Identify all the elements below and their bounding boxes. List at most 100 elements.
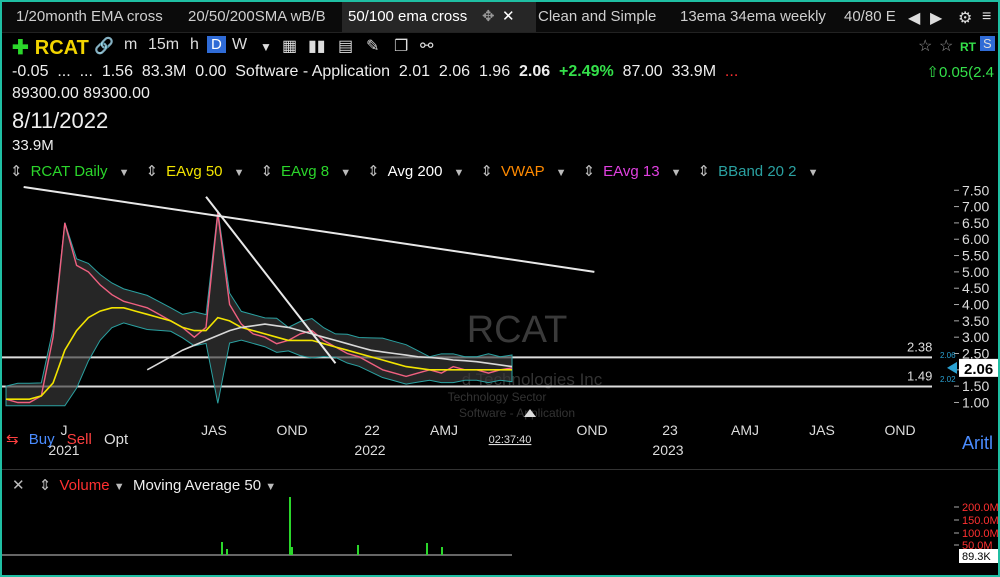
pct-change: +2.49% — [559, 63, 614, 80]
move-icon[interactable]: ⇕ — [39, 477, 52, 494]
rt-badge: RT — [960, 40, 976, 54]
last-price: 2.06 — [518, 63, 551, 80]
close-pane-icon[interactable]: ✕ — [12, 477, 25, 494]
up-arrow-icon: ⇧ — [926, 64, 939, 81]
y-tick-label: 4.50 — [962, 280, 989, 296]
watermark-line: Technology Sector — [448, 390, 547, 404]
alert-icon[interactable]: ☆ — [939, 36, 953, 56]
small-tag: 2.06 — [940, 351, 956, 360]
tab-1[interactable]: 20/50/200SMA wB/B — [182, 2, 332, 32]
scroll-left-icon[interactable]: ◀ — [908, 8, 920, 28]
tab-2-label: 50/100 ema cross — [348, 8, 468, 25]
interval-m[interactable]: m — [124, 36, 137, 54]
price-chart[interactable]: RCATd Technologies IncTechnology SectorS… — [2, 177, 998, 462]
symbol-label: RCAT — [34, 37, 89, 59]
chevron-down-icon[interactable]: ▼ — [114, 481, 125, 493]
volume-tag: 89.3K — [962, 551, 991, 563]
copy-icon[interactable]: ❐ — [394, 36, 408, 56]
options-button[interactable]: Opt — [104, 431, 128, 448]
tab-3[interactable]: Clean and Simple — [532, 2, 662, 32]
x-tick-label: 22 — [364, 422, 380, 438]
x-tick-label: OND — [576, 422, 607, 438]
volume-tick-label: 200.0M — [962, 502, 998, 514]
scroll-right-icon[interactable]: ▶ — [930, 8, 942, 28]
volume-label[interactable]: Volume — [60, 477, 110, 494]
tab-5[interactable]: 40/80 E — [838, 2, 902, 32]
trade-bar: ⇆ Buy Sell Opt — [6, 430, 128, 448]
quote-line: -0.05 ... ... 1.56 83.3M 0.00 Software -… — [12, 63, 738, 81]
volume-chart[interactable]: 200.0M150.0M100.0M50.0M89.3K — [2, 497, 998, 573]
watermark-line: Software - Application — [459, 406, 575, 420]
volume: 83.3M — [141, 63, 187, 80]
link-icon[interactable]: 🔗 — [94, 36, 114, 56]
x-tick-label: AMJ — [430, 422, 458, 438]
bid: ... — [57, 63, 71, 80]
price-line-2: 89300.00 89300.00 — [12, 85, 150, 102]
drag-handle-icon[interactable]: ✥ — [482, 2, 495, 32]
pane-divider[interactable] — [2, 469, 998, 470]
sector: Software - Application — [235, 63, 390, 80]
chart-type-icon[interactable]: ▦ — [282, 36, 297, 56]
y-tick-label: 6.50 — [962, 215, 989, 231]
y-tick-label: 7.00 — [962, 199, 989, 215]
calculator-icon[interactable]: ▤ — [338, 36, 353, 56]
volume-legend: ✕ ⇕ Volume ▼ Moving Average 50 ▼ — [12, 476, 276, 494]
low-price: 1.96 — [478, 63, 511, 80]
x-tick-label: AMJ — [731, 422, 759, 438]
interval-d-active[interactable]: D — [207, 36, 226, 53]
high-price: 2.06 — [438, 63, 471, 80]
value-4: 87.00 — [622, 63, 663, 80]
sell-button[interactable]: Sell — [67, 431, 92, 448]
ma-label[interactable]: Moving Average 50 — [133, 477, 261, 494]
price-pointer-icon — [947, 361, 957, 374]
pencil-icon[interactable]: ✎ — [366, 36, 379, 56]
buy-button[interactable]: Buy — [29, 431, 55, 448]
chevron-down-icon[interactable]: ▼ — [260, 40, 272, 54]
star-outline-icon[interactable]: ☆ — [918, 36, 932, 56]
level-label: 1.49 — [907, 368, 932, 383]
change: -0.05 — [12, 63, 49, 80]
menu-icon[interactable]: ≡ — [982, 8, 991, 26]
bar-volume: 33.9M — [12, 137, 54, 154]
interval-15m[interactable]: 15m — [148, 36, 179, 54]
y-tick-label: 6.00 — [962, 231, 989, 247]
app-window: 1/20month EMA cross 20/50/200SMA wB/B 50… — [0, 0, 1000, 577]
y-tick-label: 5.50 — [962, 248, 989, 264]
interval-w[interactable]: W — [232, 36, 247, 54]
tab-4[interactable]: 13ema 34ema weekly — [674, 2, 832, 32]
x-tick-label: JAS — [201, 422, 227, 438]
y-tick-label: 1.00 — [962, 394, 989, 410]
right-edge-label: Aritl — [962, 433, 993, 453]
tab-2-active[interactable]: 50/100 ema cross ✥ ✕ — [342, 2, 536, 32]
tab-0[interactable]: 1/20month EMA cross — [10, 2, 169, 32]
open-price: 2.01 — [398, 63, 431, 80]
y-tick-label: 3.00 — [962, 329, 989, 345]
s-button[interactable]: S — [980, 36, 995, 51]
volume-tick-label: 100.0M — [962, 528, 998, 540]
close-tab-icon[interactable]: ✕ — [502, 2, 515, 32]
x-tick-label: OND — [884, 422, 915, 438]
symbol-box[interactable]: ✚ RCAT — [12, 35, 89, 60]
value-6: ... — [724, 63, 739, 80]
small-tag: 2.02 — [940, 375, 956, 384]
ask: ... — [79, 63, 93, 80]
interval-h[interactable]: h — [190, 36, 199, 54]
add-icon[interactable]: ✚ — [12, 37, 29, 59]
year-label: 2022 — [354, 442, 385, 458]
x-tick-label: 23 — [662, 422, 678, 438]
symbol-watermark: RCAT — [467, 309, 568, 351]
chart-toolbar: ✚ RCAT 🔗 m 15m h D W ▼ ▦ ▮▮ ▤ ✎ ❐ ⚯ ☆ ☆ R… — [2, 32, 998, 62]
chevron-down-icon[interactable]: ▼ — [265, 481, 276, 493]
value-5: 33.9M — [671, 63, 717, 80]
y-tick-label: 5.00 — [962, 264, 989, 280]
y-tick-label: 1.50 — [962, 378, 989, 394]
trade-icon[interactable]: ⇆ — [6, 431, 19, 448]
y-tick-label: 4.00 — [962, 297, 989, 313]
current-time: 02:37:40 — [489, 434, 532, 446]
level-label: 2.38 — [907, 339, 932, 354]
bar-chart-icon[interactable]: ▮▮ — [308, 36, 326, 56]
price-tag: 2.06 — [964, 361, 993, 378]
gear-icon[interactable]: ⚙ — [958, 8, 972, 28]
share-icon[interactable]: ⚯ — [420, 36, 433, 56]
y-tick-label: 7.50 — [962, 182, 989, 198]
